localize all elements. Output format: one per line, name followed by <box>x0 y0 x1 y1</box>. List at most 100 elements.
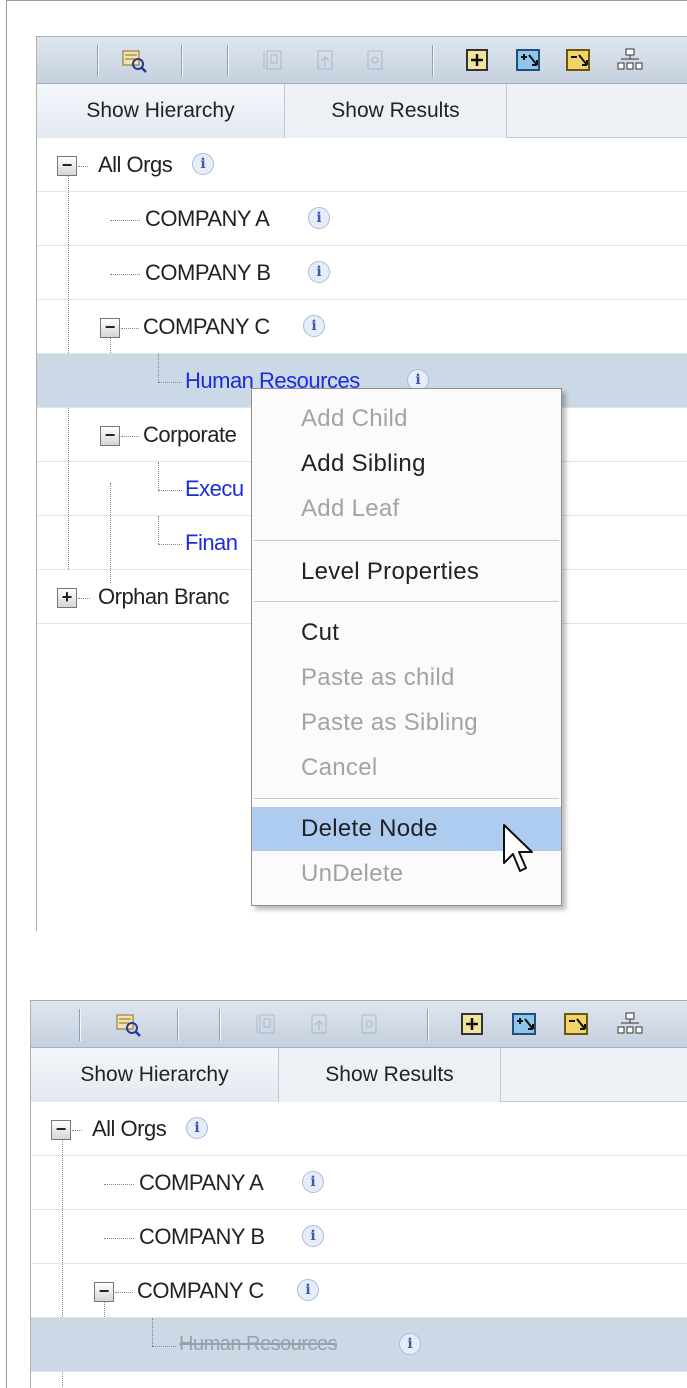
toolbar <box>37 36 687 84</box>
collapse-toggle[interactable]: − <box>57 156 77 176</box>
tree-node-all-orgs[interactable]: − All Orgs i <box>37 138 687 192</box>
info-icon[interactable]: i <box>186 1117 208 1139</box>
menu-item-add-child[interactable]: Add Child <box>252 397 561 441</box>
tree-connector <box>158 544 182 545</box>
tree-node-label: Orphan Branc <box>98 584 229 609</box>
mouse-pointer-icon <box>502 823 536 882</box>
tree-node-company-a[interactable]: COMPANY A i <box>37 192 687 246</box>
tree-connector <box>110 220 140 221</box>
tree-connector <box>72 1130 82 1131</box>
tree-guide-line <box>152 1318 153 1346</box>
tree-guide-line <box>158 516 159 544</box>
info-icon[interactable]: i <box>308 207 330 229</box>
tree-connector <box>121 328 139 329</box>
tree-node-company-c[interactable]: − COMPANY C i <box>37 300 687 354</box>
tree-node-label: COMPANY B <box>139 1224 265 1249</box>
menu-separator <box>254 798 559 800</box>
tree-node-label: COMPANY B <box>145 260 271 285</box>
tree-guide-line <box>158 354 159 382</box>
tree-node-company-b[interactable]: COMPANY B i <box>31 1210 687 1264</box>
tab-show-results[interactable]: Show Results <box>279 1048 501 1102</box>
tree-guide-line <box>158 462 159 490</box>
tree-connector <box>78 598 90 599</box>
tree-connector <box>115 1292 133 1293</box>
toolbar-separator <box>427 1009 429 1041</box>
expand-all-icon[interactable] <box>511 1011 537 1037</box>
menu-item-paste-as-sibling[interactable]: Paste as Sibling <box>252 701 561 745</box>
tree-connector <box>152 1346 176 1347</box>
tree-node-all-orgs[interactable]: − All Orgs i <box>31 1102 687 1156</box>
collapse-toggle[interactable]: − <box>100 426 120 446</box>
tab-bar: Show Hierarchy Show Results <box>31 1048 687 1102</box>
tree-connector <box>121 436 139 437</box>
menu-item-paste-as-child[interactable]: Paste as child <box>252 656 561 700</box>
toolbar <box>31 1000 687 1048</box>
menu-item-cut[interactable]: Cut <box>252 611 561 655</box>
toolbar-separator <box>181 45 183 77</box>
info-icon[interactable]: i <box>297 1279 319 1301</box>
info-icon[interactable]: i <box>192 153 214 175</box>
menu-item-add-sibling[interactable]: Add Sibling <box>252 442 561 486</box>
info-icon[interactable]: i <box>303 315 325 337</box>
menu-item-level-properties[interactable]: Level Properties <box>252 550 561 594</box>
menu-item-cancel[interactable]: Cancel <box>252 746 561 790</box>
expand-toggle[interactable]: + <box>57 588 77 608</box>
copy-node-icon[interactable] <box>262 47 288 73</box>
find-icon[interactable] <box>121 47 147 73</box>
tree-node-label: Human Resources <box>179 1333 338 1355</box>
collapse-toggle[interactable]: − <box>51 1120 71 1140</box>
find-icon[interactable] <box>115 1011 141 1037</box>
toolbar-separator <box>79 1009 81 1041</box>
tree-connector <box>110 274 140 275</box>
tree-node-human-resources-deleted[interactable]: Human Resources i <box>31 1318 687 1372</box>
copy-node-icon[interactable] <box>255 1011 281 1037</box>
tree-connector <box>78 166 88 167</box>
toolbar-separator <box>227 45 229 77</box>
tree-node-label: Corporate <box>143 422 237 447</box>
tree-node-label: COMPANY C <box>143 314 270 339</box>
replace-node-icon[interactable] <box>357 1011 383 1037</box>
tree-connector <box>104 1184 134 1185</box>
tree-node-company-a[interactable]: COMPANY A i <box>31 1156 687 1210</box>
toolbar-separator <box>97 45 99 77</box>
tree-node-label: COMPANY A <box>139 1170 264 1195</box>
move-node-icon[interactable] <box>307 1011 333 1037</box>
expand-all-icon[interactable] <box>515 47 541 73</box>
tab-show-hierarchy[interactable]: Show Hierarchy <box>37 84 285 138</box>
add-child-icon[interactable] <box>459 1011 485 1037</box>
tree-node-label: COMPANY C <box>137 1278 264 1303</box>
toolbar-separator <box>432 45 434 77</box>
info-icon[interactable]: i <box>308 261 330 283</box>
org-chart-icon[interactable] <box>617 47 643 73</box>
tree-connector <box>158 382 182 383</box>
toolbar-separator <box>177 1009 179 1041</box>
hierarchy-panel-after: Show Hierarchy Show Results − All Orgs i… <box>30 1000 687 1388</box>
tab-show-results[interactable]: Show Results <box>285 84 507 138</box>
collapse-toggle[interactable]: − <box>100 318 120 338</box>
info-icon[interactable]: i <box>302 1225 324 1247</box>
info-icon[interactable]: i <box>399 1333 421 1355</box>
info-icon[interactable]: i <box>302 1171 324 1193</box>
menu-item-add-leaf[interactable]: Add Leaf <box>252 487 561 531</box>
tree-node-company-c[interactable]: − COMPANY C i <box>31 1264 687 1318</box>
tree-node-label: All Orgs <box>98 152 173 177</box>
toolbar-separator <box>219 1009 221 1041</box>
tree-connector <box>158 490 182 491</box>
collapse-all-icon[interactable] <box>563 1011 589 1037</box>
tab-bar: Show Hierarchy Show Results <box>37 84 687 138</box>
menu-separator <box>254 540 559 542</box>
move-node-icon[interactable] <box>313 47 339 73</box>
add-child-icon[interactable] <box>464 47 490 73</box>
collapse-toggle[interactable]: − <box>94 1282 114 1302</box>
tree-node-label: All Orgs <box>92 1116 167 1141</box>
collapse-all-icon[interactable] <box>565 47 591 73</box>
tree-connector <box>104 1238 134 1239</box>
menu-separator <box>254 601 559 603</box>
tree-node-label: COMPANY A <box>145 206 270 231</box>
tree-node-company-b[interactable]: COMPANY B i <box>37 246 687 300</box>
tree-node-label: Execu <box>185 476 244 501</box>
replace-node-icon[interactable] <box>363 47 389 73</box>
tab-show-hierarchy[interactable]: Show Hierarchy <box>31 1048 279 1102</box>
org-chart-icon[interactable] <box>617 1011 643 1037</box>
tree-node-label: Finan <box>185 530 238 555</box>
